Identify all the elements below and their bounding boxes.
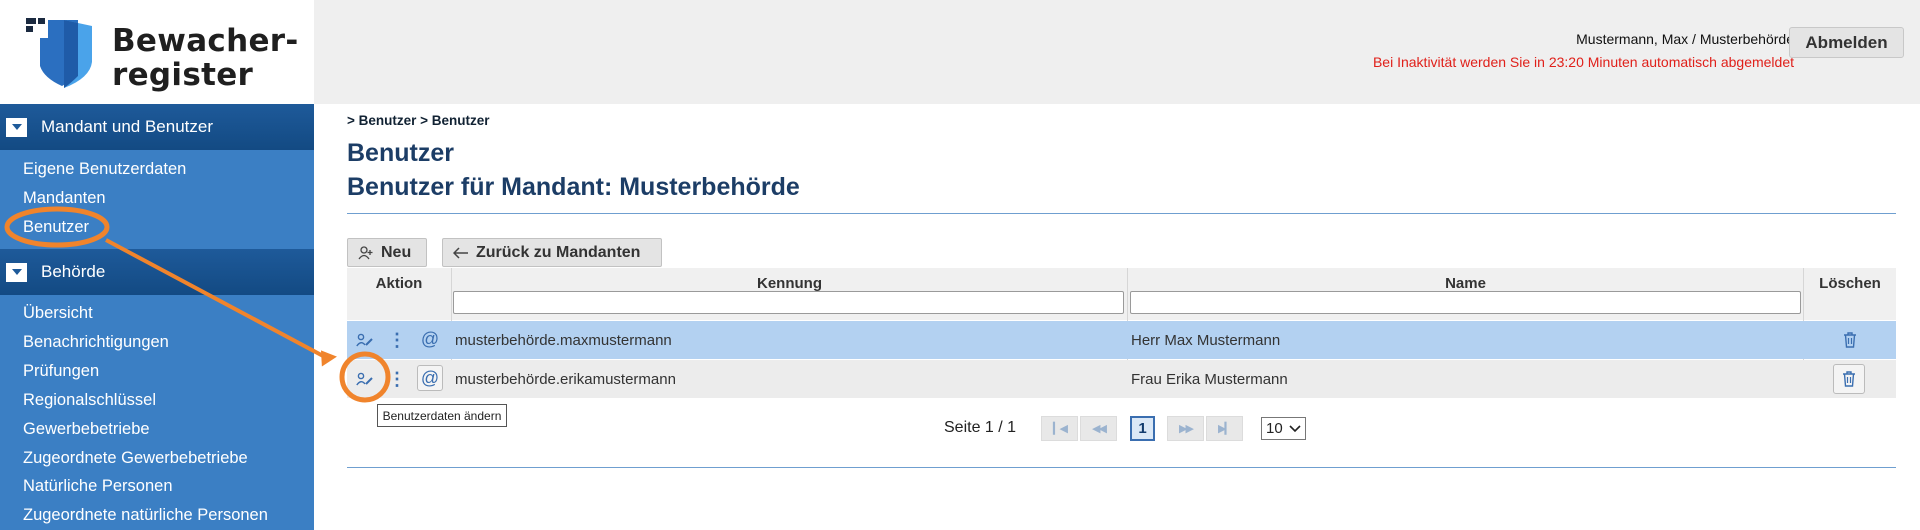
last-page-icon[interactable]: ▶▎ [1206,416,1243,441]
users-table: Aktion Kennung Name Löschen ⋮ @ musterbe… [347,268,1896,398]
trash-icon [1843,371,1855,387]
collapse-toggle-icon[interactable] [6,262,27,282]
column-header-loeschen: Löschen [1819,275,1881,292]
email-icon[interactable]: @ [417,365,443,391]
sidebar-item-mandanten[interactable]: Mandanten [23,189,106,208]
name-cell: Herr Max Mustermann [1131,331,1281,349]
sidebar-item-benachrichtigungen[interactable]: Benachrichtigungen [23,333,169,352]
kennung-cell: musterbehörde.maxmustermann [455,331,672,349]
previous-page-icon[interactable]: ◀◀ [1080,416,1117,441]
add-user-icon [358,245,373,259]
delete-button[interactable] [1833,364,1865,394]
logo-text: Bewacher- register [112,24,299,92]
page-size-select[interactable]: 10 [1261,417,1306,440]
header: Mustermann, Max / Musterbehörde Bei Inak… [314,0,1920,104]
collapse-toggle-icon[interactable] [6,117,27,137]
section-header-behoerde[interactable]: Behörde [0,249,314,295]
arrow-left-icon [453,246,468,259]
email-icon[interactable]: @ [417,326,443,352]
sidebar-item-regionalschluessel[interactable]: Regionalschlüssel [23,391,156,410]
section-label: Mandant und Benutzer [41,117,214,136]
logo-text-line2: register [112,57,254,93]
tooltip: Benutzerdaten ändern [377,404,507,427]
pager-label: Seite 1 / 1 [944,419,1017,436]
table-row[interactable]: ⋮ @ musterbehörde.maxmustermann Herr Max… [347,321,1896,359]
edit-user-icon [356,333,373,347]
name-filter-input[interactable] [1130,291,1801,314]
user-info: Mustermann, Max / Musterbehörde [1576,31,1794,47]
back-to-mandanten-button[interactable]: Zurück zu Mandanten [442,238,662,267]
column-header-aktion: Aktion [375,275,423,292]
edit-user-button[interactable] [352,366,378,392]
next-page-icon[interactable]: ▶▶ [1167,416,1204,441]
divider [347,213,1896,214]
edit-user-icon [356,372,373,386]
logo-area: Bewacher- register [0,0,314,104]
page-number-current[interactable]: 1 [1130,416,1155,441]
first-page-icon[interactable]: ▎◀ [1041,416,1078,441]
sidebar-item-natuerliche-personen[interactable]: Natürliche Personen [23,477,173,496]
divider [347,467,1896,468]
new-user-button[interactable]: Neu [347,238,427,267]
shield-logo-icon [26,18,92,88]
back-label: Zurück zu Mandanten [476,243,641,261]
more-options-icon[interactable]: ⋮ [384,327,410,353]
section-header-mandant[interactable]: Mandant und Benutzer [0,104,314,150]
page-title: Benutzer [347,139,454,167]
sidebar-item-pruefungen[interactable]: Prüfungen [23,362,99,381]
table-row[interactable]: ⋮ @ musterbehörde.erikamustermann Frau E… [347,360,1896,398]
page-subtitle: Benutzer für Mandant: Musterbehörde [347,173,800,201]
breadcrumb: > Benutzer > Benutzer [347,113,490,128]
arrow-head-icon [320,350,337,367]
section-label: Behörde [41,262,106,281]
kennung-filter-input[interactable] [453,291,1124,314]
edit-user-button[interactable] [352,327,378,353]
logout-button[interactable]: Abmelden [1789,27,1904,58]
table-header: Aktion Kennung Name Löschen [347,268,1896,320]
sidebar-item-zugeordnete-natuerliche-personen[interactable]: Zugeordnete natürliche Personen [23,506,268,525]
sidebar-item-zugeordnete-gewerbebetriebe[interactable]: Zugeordnete Gewerbebetriebe [23,449,248,468]
name-cell: Frau Erika Mustermann [1131,370,1288,388]
inactivity-warning: Bei Inaktivität werden Sie in 23:20 Minu… [1372,54,1794,70]
sidebar: Bewacher- register Mandant und Benutzer … [0,0,314,530]
sidebar-item-benutzer[interactable]: Benutzer [23,218,89,237]
logo-text-line1: Bewacher- [112,23,299,59]
sidebar-item-uebersicht[interactable]: Übersicht [23,304,93,323]
sidebar-item-eigene-benutzerdaten[interactable]: Eigene Benutzerdaten [23,160,186,179]
page-size-value: 10 [1266,420,1283,437]
new-user-label: Neu [381,243,412,261]
kennung-cell: musterbehörde.erikamustermann [455,370,676,388]
sidebar-item-gewerbebetriebe[interactable]: Gewerbebetriebe [23,420,150,439]
column-header-name[interactable]: Name [1128,275,1803,292]
column-header-kennung[interactable]: Kennung [452,275,1127,292]
chevron-down-icon [1289,424,1301,432]
delete-button[interactable] [1837,327,1863,353]
more-options-icon[interactable]: ⋮ [384,366,410,392]
trash-icon [1844,332,1856,348]
